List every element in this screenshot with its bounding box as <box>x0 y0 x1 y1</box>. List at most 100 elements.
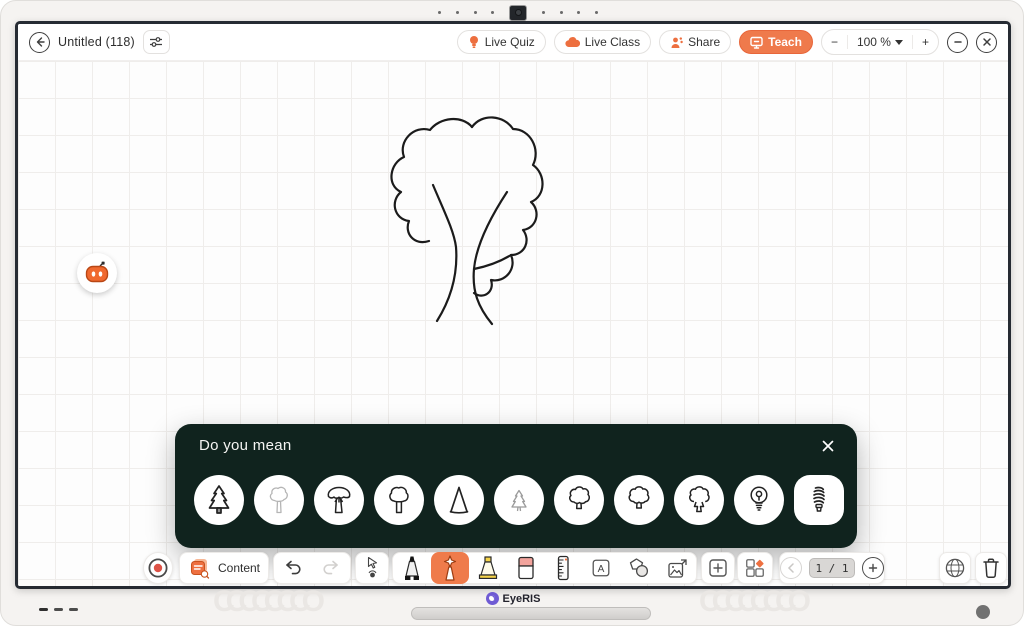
zoom-in-label: + <box>922 35 929 49</box>
eraser-tool[interactable] <box>507 552 545 584</box>
brand: EyeRIS <box>1 592 1024 605</box>
teach-button[interactable]: Teach <box>739 30 813 54</box>
delete-button[interactable] <box>975 552 1007 584</box>
magic-pen-tool[interactable] <box>431 552 469 584</box>
zoom-in-button[interactable]: + <box>913 35 938 49</box>
mic-dot <box>542 11 545 14</box>
content-library-icon <box>188 556 212 580</box>
small-pine-tree-icon <box>503 484 535 516</box>
titlebar: Untitled (118) Live Quiz <box>18 24 1008 61</box>
suggestion-popup: Do you mean <box>175 424 857 548</box>
plus-icon <box>868 563 878 573</box>
add-object-button[interactable] <box>701 552 735 584</box>
close-icon <box>982 37 992 47</box>
content-button[interactable]: Content <box>179 552 269 584</box>
redo-button[interactable] <box>312 552 350 584</box>
suggestion-round-tree[interactable] <box>374 475 424 525</box>
insert-image-tool[interactable] <box>658 552 696 584</box>
background-button[interactable] <box>939 552 971 584</box>
highlighter-tool[interactable] <box>469 552 507 584</box>
back-button[interactable] <box>29 32 50 53</box>
page-navigation: 1 / 1 <box>779 552 885 584</box>
ai-assistant-button[interactable] <box>77 253 117 293</box>
broccoli-tree-icon <box>683 484 715 516</box>
cloud-tree-2-icon <box>623 484 655 516</box>
mic-dot <box>438 11 441 14</box>
bezel-button[interactable] <box>54 608 63 611</box>
insert-image-icon <box>666 557 689 580</box>
teach-label: Teach <box>768 35 802 49</box>
mic-dot <box>560 11 563 14</box>
mic-dot <box>474 11 477 14</box>
suggestion-broccoli-tree[interactable] <box>674 475 724 525</box>
page-indicator: 1 / 1 <box>809 558 855 578</box>
suggestion-cfl-spiral-bulb[interactable] <box>794 475 844 525</box>
touch-icon <box>368 570 377 580</box>
zoom-level-dropdown[interactable]: 100 % <box>848 35 912 49</box>
shapes-icon <box>628 557 650 579</box>
share-label: Share <box>688 35 720 49</box>
select-tool-button[interactable] <box>355 552 389 584</box>
top-bezel <box>438 4 598 21</box>
undo-button[interactable] <box>274 552 312 584</box>
add-page-button[interactable] <box>862 557 884 579</box>
quiz-bulb-icon <box>468 35 480 49</box>
grid-globe-icon <box>944 557 966 579</box>
suggestion-pine-tree[interactable] <box>194 475 244 525</box>
bezel-button[interactable] <box>69 608 78 611</box>
tools-group: A <box>392 552 697 584</box>
thin-deciduous-tree-icon <box>263 484 295 516</box>
ruler-tool[interactable] <box>545 552 583 584</box>
live-class-button[interactable]: Live Class <box>554 30 651 54</box>
suggestion-umbrella-tree[interactable] <box>314 475 364 525</box>
cursor-icon <box>366 556 379 569</box>
screen: Untitled (118) Live Quiz <box>15 21 1011 589</box>
power-button[interactable] <box>976 605 990 619</box>
board-settings-button[interactable] <box>143 30 170 54</box>
cone-icon <box>443 484 475 516</box>
ruler-icon <box>552 555 574 581</box>
whiteboard-canvas[interactable]: Do you mean <box>18 61 1008 586</box>
undo-redo-group <box>273 552 351 584</box>
zoom-out-label: − <box>831 35 838 49</box>
zoom-out-button[interactable]: − <box>822 35 847 49</box>
live-class-label: Live Class <box>585 35 640 49</box>
mic-dot <box>456 11 459 14</box>
zoom-control: − 100 % + <box>821 29 939 55</box>
close-app-button[interactable] <box>976 32 997 53</box>
bottom-bezel: CCCCCCCO CCCCCCCO EyeRIS <box>1 589 1024 627</box>
cloud-tree-icon <box>563 484 595 516</box>
undo-icon <box>283 559 303 577</box>
brand-name: EyeRIS <box>503 593 541 605</box>
suggestion-small-pine-tree[interactable] <box>494 475 544 525</box>
suggestion-cloud-tree-2[interactable] <box>614 475 664 525</box>
device-frame: Untitled (118) Live Quiz <box>0 0 1024 626</box>
minimize-button[interactable] <box>947 32 968 53</box>
record-button[interactable] <box>143 552 173 584</box>
chevron-down-icon <box>895 40 903 45</box>
bezel-button[interactable] <box>39 608 48 611</box>
cloud-icon <box>565 37 580 48</box>
trash-icon <box>981 557 1001 579</box>
tree-drawing[interactable] <box>384 97 584 337</box>
widgets-button[interactable] <box>737 552 773 584</box>
suggestion-thin-deciduous-tree[interactable] <box>254 475 304 525</box>
suggestion-cone[interactable] <box>434 475 484 525</box>
live-quiz-button[interactable]: Live Quiz <box>457 30 546 54</box>
shapes-tool[interactable] <box>620 552 658 584</box>
text-icon: A <box>590 557 612 579</box>
eraser-icon <box>515 555 537 581</box>
share-button[interactable]: Share <box>659 30 731 54</box>
document-title: Untitled (118) <box>58 35 135 49</box>
popup-close-button[interactable] <box>817 435 839 457</box>
round-tree-icon <box>383 484 415 516</box>
text-tool[interactable]: A <box>582 552 620 584</box>
mic-dot <box>595 11 598 14</box>
mic-dot <box>577 11 580 14</box>
previous-page-button[interactable] <box>780 557 802 579</box>
suggestion-light-bulb[interactable] <box>734 475 784 525</box>
suggestion-cloud-tree[interactable] <box>554 475 604 525</box>
mic-dot <box>491 11 494 14</box>
minus-icon <box>953 37 963 47</box>
pen-tool[interactable] <box>393 552 431 584</box>
